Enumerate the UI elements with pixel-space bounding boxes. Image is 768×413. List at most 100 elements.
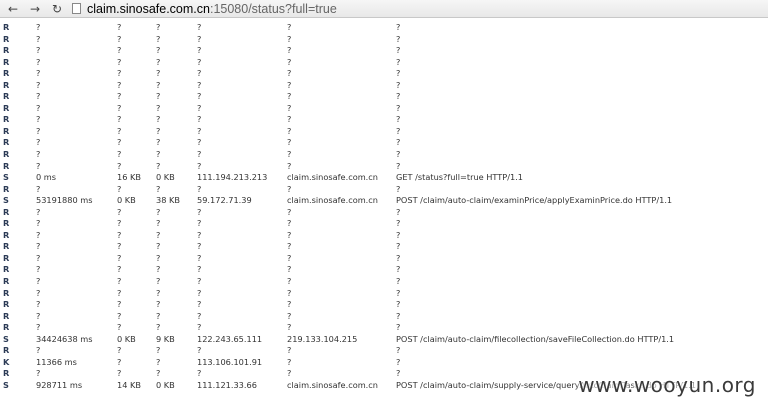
table-cell: ? <box>197 276 202 287</box>
table-cell: ? <box>117 299 122 310</box>
table-cell: ? <box>197 310 202 321</box>
url-host: claim.sinosafe.com.cn <box>87 1 210 16</box>
table-cell: 122.243.65.111 <box>197 333 263 344</box>
table-cell: 59.172.71.39 <box>197 195 252 206</box>
stage-cell: R <box>3 91 10 102</box>
stage-cell: R <box>3 45 10 56</box>
stage-cell: R <box>3 114 10 125</box>
stage-cell: S <box>3 379 9 390</box>
table-cell: ? <box>156 276 161 287</box>
table-cell: ? <box>396 264 401 275</box>
table-cell: ? <box>156 229 161 240</box>
table-cell: ? <box>396 137 401 148</box>
table-cell: ? <box>396 229 401 240</box>
table-cell: ? <box>117 114 122 125</box>
table-row: R?????? <box>0 207 768 219</box>
watermark: www.wooyun.org <box>578 373 756 397</box>
table-cell: ? <box>117 33 122 44</box>
table-cell: 16 KB <box>117 172 142 183</box>
table-cell: ? <box>396 218 401 229</box>
table-row: R?????? <box>0 345 768 357</box>
table-cell: ? <box>287 102 292 113</box>
stage-cell: R <box>3 149 10 160</box>
table-cell: ? <box>117 241 122 252</box>
table-cell: ? <box>156 160 161 171</box>
table-row: S 53191880 ms 0 KB 38 KB 59.172.71.39 claim.s… <box>0 195 768 207</box>
table-cell: 219.133.104.215 <box>287 333 358 344</box>
table-cell: ? <box>287 252 292 263</box>
table-cell: ? <box>197 22 202 32</box>
table-cell: 11366 ms <box>36 356 77 367</box>
table-cell: ? <box>396 160 401 171</box>
table-cell: ? <box>117 56 122 67</box>
table-cell: ? <box>197 68 202 79</box>
stage-cell: S <box>3 333 9 344</box>
table-cell: ? <box>287 33 292 44</box>
table-cell: ? <box>396 322 401 333</box>
table-cell: ? <box>197 125 202 136</box>
address-bar[interactable]: claim.sinosafe.com.cn:15080/status?full=… <box>72 1 764 16</box>
table-cell: ? <box>396 368 401 379</box>
table-cell: ? <box>156 368 161 379</box>
table-row: R?????? <box>0 103 768 115</box>
table-cell: ? <box>396 252 401 263</box>
table-cell: 34424638 ms <box>36 333 93 344</box>
table-cell: ? <box>156 299 161 310</box>
stage-cell: R <box>3 241 10 252</box>
table-cell: ? <box>36 33 41 44</box>
table-cell: ? <box>396 114 401 125</box>
stage-cell: R <box>3 137 10 148</box>
table-cell: ? <box>396 183 401 194</box>
table-cell: ? <box>36 368 41 379</box>
table-cell: ? <box>156 183 161 194</box>
table-cell: ? <box>36 45 41 56</box>
table-cell: 0 KB <box>117 333 136 344</box>
table-cell: ? <box>117 102 122 113</box>
stage-cell: R <box>3 310 10 321</box>
table-cell: 14 KB <box>117 379 142 390</box>
table-row: R?????? <box>0 149 768 161</box>
table-cell: ? <box>156 345 161 356</box>
table-cell: ? <box>396 125 401 136</box>
table-cell: ? <box>36 56 41 67</box>
table-cell: ? <box>117 125 122 136</box>
table-cell: ? <box>287 276 292 287</box>
table-cell: ? <box>36 22 41 32</box>
table-row: R?????? <box>0 288 768 300</box>
table-cell: ? <box>117 252 122 263</box>
stage-cell: R <box>3 33 10 44</box>
table-cell: 53191880 ms <box>36 195 93 206</box>
table-cell: ? <box>396 102 401 113</box>
stage-cell: R <box>3 79 10 90</box>
table-cell: ? <box>36 160 41 171</box>
table-cell: ? <box>396 91 401 102</box>
forward-icon[interactable]: → <box>24 0 46 17</box>
table-cell: POST /claim/auto-claim/examinPrice/apply… <box>396 195 673 206</box>
table-cell: ? <box>117 218 122 229</box>
table-cell: 928711 ms <box>36 379 83 390</box>
table-cell: ? <box>287 183 292 194</box>
table-cell: ? <box>36 91 41 102</box>
stage-cell: R <box>3 264 10 275</box>
table-cell: ? <box>117 356 122 367</box>
table-row: R?????? <box>0 161 768 173</box>
stage-cell: S <box>3 172 9 183</box>
table-cell: ? <box>287 206 292 217</box>
table-cell: ? <box>287 149 292 160</box>
table-row: R?????? <box>0 80 768 92</box>
table-cell: ? <box>396 241 401 252</box>
table-row: R?????? <box>0 22 768 34</box>
table-cell: ? <box>396 356 401 367</box>
table-cell: ? <box>156 22 161 32</box>
table-cell: ? <box>197 79 202 90</box>
back-icon[interactable]: ← <box>2 0 24 17</box>
stage-cell: R <box>3 160 10 171</box>
table-cell: ? <box>117 160 122 171</box>
table-cell: ? <box>156 310 161 321</box>
table-cell: ? <box>197 241 202 252</box>
table-cell: ? <box>287 241 292 252</box>
table-cell: ? <box>156 33 161 44</box>
table-row: R?????? <box>0 264 768 276</box>
table-cell: ? <box>36 241 41 252</box>
reload-icon[interactable]: ↻ <box>46 0 68 17</box>
